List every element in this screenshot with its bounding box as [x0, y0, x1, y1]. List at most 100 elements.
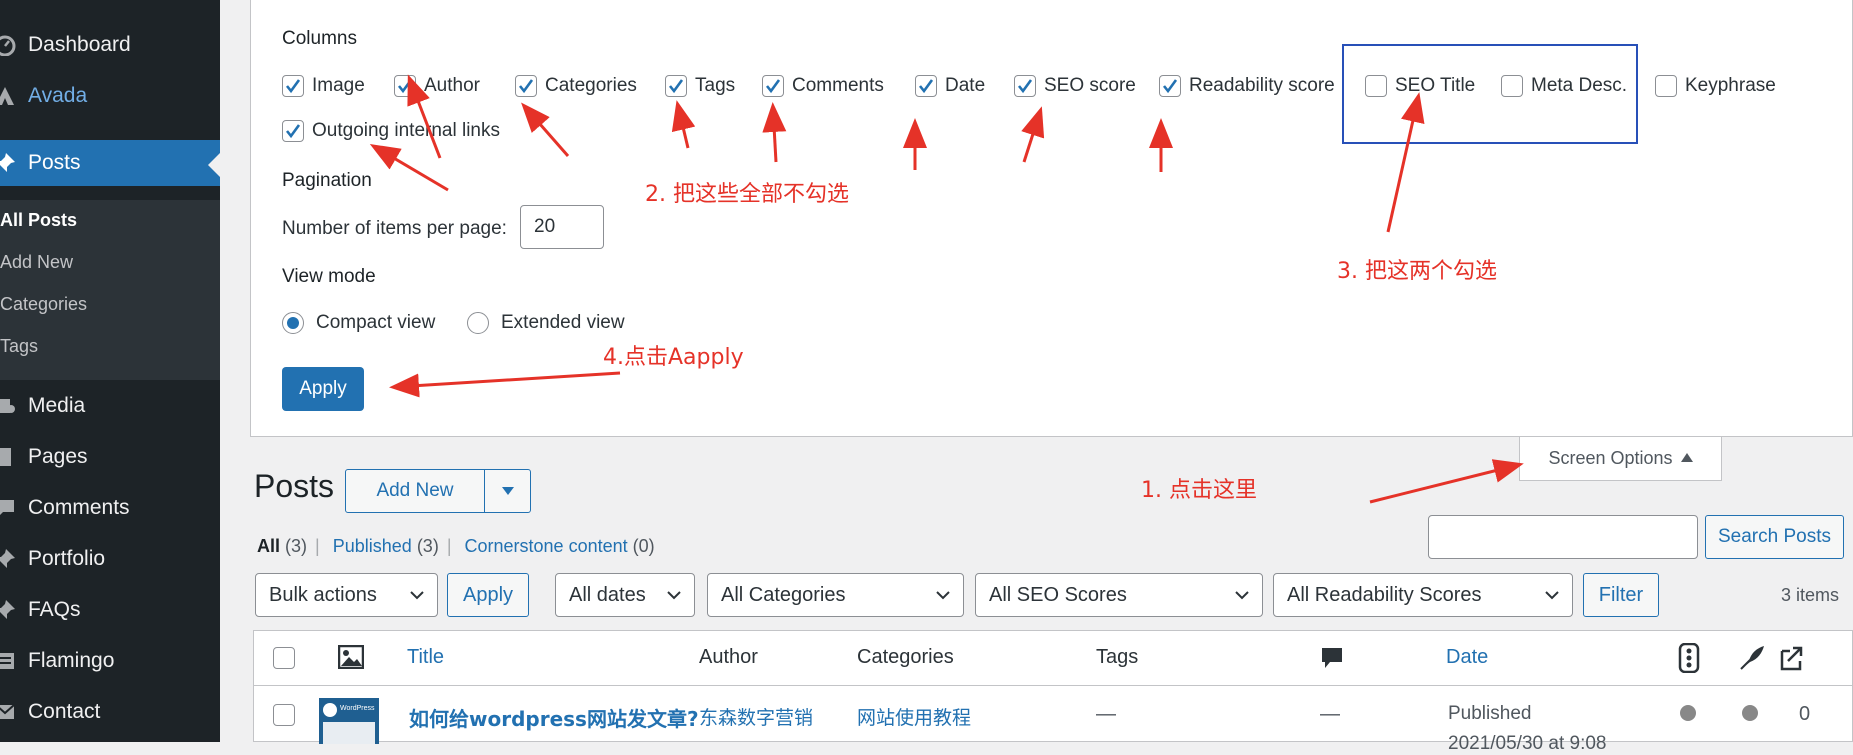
- column-toggle-label: Outgoing internal links: [312, 120, 500, 141]
- seo-score-filter-select[interactable]: All SEO Scores: [975, 573, 1263, 617]
- column-toggle-outgoing-links[interactable]: Outgoing internal links: [282, 120, 500, 142]
- checkbox[interactable]: [1159, 75, 1181, 97]
- thumbnail-text: WordPress: [340, 705, 375, 712]
- row-checkbox[interactable]: [273, 704, 295, 726]
- submenu-all-posts[interactable]: All Posts: [0, 210, 77, 231]
- readability-score-dot-icon: [1742, 705, 1758, 721]
- sidebar-item-posts[interactable]: Posts: [0, 140, 220, 186]
- column-toggle-label: Author: [424, 75, 480, 96]
- wordpress-logo-icon: [323, 703, 337, 717]
- checkbox[interactable]: [394, 75, 416, 97]
- annotation-highlight-box: [1342, 44, 1638, 144]
- per-page-input[interactable]: [520, 205, 604, 249]
- post-author-link[interactable]: 东森数字营销: [699, 703, 813, 730]
- sidebar-item-faqs[interactable]: FAQs: [0, 587, 220, 633]
- post-thumbnail[interactable]: WordPress: [319, 698, 379, 744]
- checkbox[interactable]: [1014, 75, 1036, 97]
- outgoing-links-icon[interactable]: [1778, 643, 1808, 678]
- add-new-split-button: Add New: [345, 469, 531, 513]
- sidebar-item-flamingo[interactable]: Flamingo: [0, 638, 220, 684]
- date-filter-select[interactable]: All dates: [555, 573, 695, 617]
- submenu-categories[interactable]: Categories: [0, 294, 87, 315]
- filter-button[interactable]: Filter: [1583, 573, 1659, 617]
- comment-bubble-icon[interactable]: [1321, 647, 1343, 674]
- column-toggle-image[interactable]: Image: [282, 75, 365, 97]
- screen-options-toggle[interactable]: Screen Options: [1519, 437, 1722, 481]
- select-all-checkbox[interactable]: [273, 647, 295, 669]
- sidebar-item-comments[interactable]: Comments: [0, 485, 220, 531]
- mail-icon: [0, 701, 22, 723]
- column-toggle-comments[interactable]: Comments: [762, 75, 884, 97]
- column-header-date[interactable]: Date: [1446, 646, 1488, 669]
- search-posts-input[interactable]: [1428, 515, 1698, 559]
- sidebar-item-dashboard[interactable]: Dashboard: [0, 22, 220, 68]
- sidebar-item-avada[interactable]: Avada: [0, 73, 220, 119]
- add-new-dropdown-toggle[interactable]: [485, 470, 530, 512]
- chevron-down-icon: [410, 591, 424, 600]
- post-status-views: All (3) | Published (3) | Cornerstone cont…: [257, 536, 655, 556]
- view-mode-label: Extended view: [501, 312, 625, 333]
- search-posts-button[interactable]: Search Posts: [1705, 515, 1844, 559]
- sidebar-item-pages[interactable]: Pages: [0, 434, 220, 480]
- column-toggle-categories[interactable]: Categories: [515, 75, 637, 97]
- sidebar-item-portfolio[interactable]: Portfolio: [0, 536, 220, 582]
- view-mode-label: Compact view: [316, 312, 436, 333]
- avada-icon: [0, 85, 22, 107]
- pin-icon: [0, 548, 22, 570]
- screen-options-apply-button[interactable]: Apply: [282, 367, 364, 411]
- view-count: (0): [632, 536, 655, 556]
- bulk-actions-select[interactable]: Bulk actions: [255, 573, 438, 617]
- submenu-tags[interactable]: Tags: [0, 336, 38, 357]
- post-title-link[interactable]: 如何给wordpress网站发文章?: [409, 703, 699, 732]
- select-value: All dates: [569, 583, 646, 606]
- seo-traffic-light-icon[interactable]: [1678, 642, 1700, 678]
- radio-button[interactable]: [282, 312, 304, 334]
- column-toggle-label: Readability score: [1189, 75, 1335, 96]
- post-comments: —: [1320, 703, 1340, 725]
- checkbox[interactable]: [915, 75, 937, 97]
- view-published[interactable]: Published: [333, 536, 412, 556]
- sidebar-item-media[interactable]: Media: [0, 383, 220, 429]
- column-toggle-label: Categories: [545, 75, 637, 96]
- checkbox[interactable]: [762, 75, 784, 97]
- flamingo-icon: [0, 650, 22, 672]
- checkbox[interactable]: [282, 75, 304, 97]
- column-toggle-seo-score[interactable]: SEO score: [1014, 75, 1136, 97]
- view-mode-extended[interactable]: Extended view: [467, 312, 625, 334]
- page-title: Posts: [254, 468, 335, 504]
- radio-button[interactable]: [467, 312, 489, 334]
- admin-sidebar: Dashboard Avada Posts All Posts Add New …: [0, 0, 220, 742]
- column-toggle-keyphrase[interactable]: Keyphrase: [1655, 75, 1776, 97]
- view-cornerstone[interactable]: Cornerstone content: [465, 536, 628, 556]
- checkbox[interactable]: [515, 75, 537, 97]
- select-value: All Categories: [721, 583, 846, 606]
- add-new-button[interactable]: Add New: [346, 470, 485, 512]
- column-toggle-readability-score[interactable]: Readability score: [1159, 75, 1335, 97]
- readability-quill-icon[interactable]: [1739, 645, 1765, 676]
- checkbox[interactable]: [282, 120, 304, 142]
- readability-filter-select[interactable]: All Readability Scores: [1273, 573, 1573, 617]
- column-toggle-date[interactable]: Date: [915, 75, 985, 97]
- column-header-tags: Tags: [1096, 646, 1139, 668]
- submenu-add-new[interactable]: Add New: [0, 252, 73, 273]
- column-header-title[interactable]: Title: [407, 646, 444, 669]
- sidebar-item-contact[interactable]: Contact: [0, 689, 220, 735]
- post-category-link[interactable]: 网站使用教程: [857, 703, 971, 730]
- bulk-apply-button[interactable]: Apply: [447, 573, 529, 617]
- view-all[interactable]: All: [257, 536, 280, 556]
- column-toggle-author[interactable]: Author: [394, 75, 480, 97]
- view-mode-compact[interactable]: Compact view: [282, 312, 435, 334]
- sidebar-item-label: Portfolio: [28, 547, 106, 570]
- view-count: (3): [416, 536, 439, 556]
- checkbox[interactable]: [1655, 75, 1677, 97]
- caret-down-icon: [501, 487, 514, 495]
- chevron-down-icon: [1545, 591, 1559, 600]
- post-tags: —: [1096, 703, 1116, 725]
- checkbox[interactable]: [665, 75, 687, 97]
- arrow-screen-options: [1369, 459, 1524, 504]
- chevron-down-icon: [936, 591, 950, 600]
- column-toggle-tags[interactable]: Tags: [665, 75, 735, 97]
- column-toggle-label: Image: [312, 75, 365, 96]
- category-filter-select[interactable]: All Categories: [707, 573, 964, 617]
- column-toggle-label: Keyphrase: [1685, 75, 1776, 96]
